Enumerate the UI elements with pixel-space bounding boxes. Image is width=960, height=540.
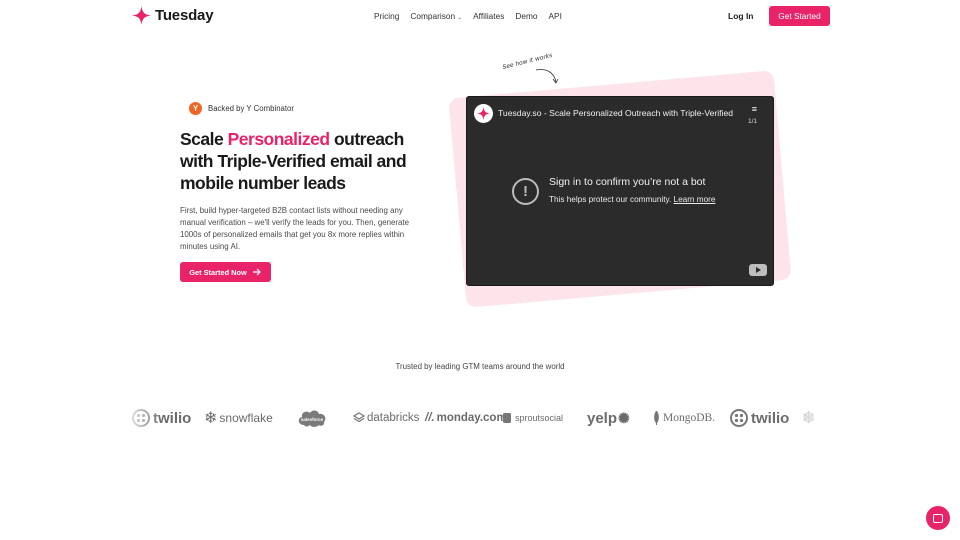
sprout-icon <box>503 413 511 423</box>
yc-badge: Y Backed by Y Combinator <box>189 102 294 115</box>
logo-salesforce: salesforce <box>296 405 328 431</box>
playlist-count: 1/1 <box>747 118 757 125</box>
logo-yelp-text: yelp <box>587 409 618 427</box>
youtube-icon[interactable] <box>749 264 767 276</box>
carousel-fade-left <box>122 403 162 433</box>
y-combinator-icon: Y <box>189 102 202 115</box>
logo-yelp: yelp ✺ <box>587 405 630 431</box>
login-link[interactable]: Log In <box>728 11 754 21</box>
monday-mark-icon: //. <box>425 412 435 424</box>
brand-name: Tuesday <box>155 7 214 24</box>
headline-accent: Personalized <box>227 129 330 149</box>
get-started-now-button[interactable]: Get Started Now <box>180 262 271 282</box>
carousel-fade-right <box>800 403 840 433</box>
badge-text: Backed by Y Combinator <box>208 104 294 113</box>
channel-avatar[interactable] <box>474 104 493 123</box>
nav-pricing[interactable]: Pricing <box>374 11 399 21</box>
logo-databricks: databricks <box>353 405 419 431</box>
nav-demo[interactable]: Demo <box>515 11 537 21</box>
hero-description: First, build hyper-targeted B2B contact … <box>180 206 409 251</box>
logo-mongodb: MongoDB. <box>653 405 715 431</box>
hero-headline: Scale Personalized outreach with Triple-… <box>180 128 430 194</box>
chevron-down-icon: ⌄ <box>457 15 463 21</box>
youtube-embed[interactable]: Tuesday.so - Scale Personalized Outreach… <box>466 96 774 286</box>
logo-databricks-text: databricks <box>367 412 420 424</box>
learn-more-link[interactable]: Learn more <box>674 195 716 204</box>
headline-pre: Scale <box>180 129 228 149</box>
sub-text: This helps protect our community. <box>549 195 672 204</box>
get-started-button[interactable]: Get Started <box>769 6 830 26</box>
logo-twilio-2: twilio <box>730 405 789 431</box>
bot-check-sub: This helps protect our community. Learn … <box>549 195 715 204</box>
nav-affiliates[interactable]: Affiliates <box>473 11 504 21</box>
logo-mongodb-text: MongoDB. <box>663 412 716 424</box>
mongodb-leaf-icon <box>654 411 659 425</box>
alert-icon: ! <box>512 178 539 205</box>
nav-api[interactable]: API <box>549 11 562 21</box>
chat-launcher-button[interactable] <box>926 506 950 530</box>
chat-icon <box>933 513 943 523</box>
logo-monday: //. monday.com <box>425 405 507 431</box>
logo-twilio-2-text: twilio <box>751 409 790 427</box>
nav-comparison[interactable]: Comparison ⌄ <box>410 11 462 21</box>
sparkle-logo-icon <box>477 107 490 120</box>
databricks-icon <box>353 412 365 423</box>
main-menu: Pricing Comparison ⌄ Affiliates Demo API <box>374 11 562 21</box>
logo-sproutsocial-text: sproutsocial <box>515 413 564 423</box>
top-nav: Tuesday Pricing Comparison ⌄ Affiliates D… <box>0 0 960 32</box>
logo-snowflake-text: snowflake <box>219 411 273 425</box>
logo-snowflake: ❄ snowflake <box>204 405 273 431</box>
twilio-mark-icon <box>730 409 748 427</box>
snowflake-icon: ❄ <box>204 410 218 427</box>
logo-sproutsocial: sproutsocial <box>502 405 563 431</box>
video-title[interactable]: Tuesday.so - Scale Personalized Outreach… <box>498 108 733 118</box>
playlist-icon[interactable]: ≡ <box>752 104 757 114</box>
curved-arrow-icon <box>535 69 559 84</box>
bot-check-message: Sign in to confirm you’re not a bot <box>549 176 706 188</box>
salesforce-cloud-icon: salesforce <box>298 410 326 427</box>
cta-label: Get Started Now <box>189 267 247 277</box>
trusted-label: Trusted by leading GTM teams around the … <box>395 362 565 371</box>
logo-salesforce-text: salesforce <box>301 417 324 422</box>
nav-comparison-label: Comparison <box>410 11 456 21</box>
sparkle-logo-icon <box>132 6 151 25</box>
yelp-burst-icon: ✺ <box>618 409 630 426</box>
logo-monday-text: monday.com <box>436 412 507 424</box>
arrow-right-icon <box>252 268 261 276</box>
brand-logo[interactable]: Tuesday <box>132 6 214 25</box>
